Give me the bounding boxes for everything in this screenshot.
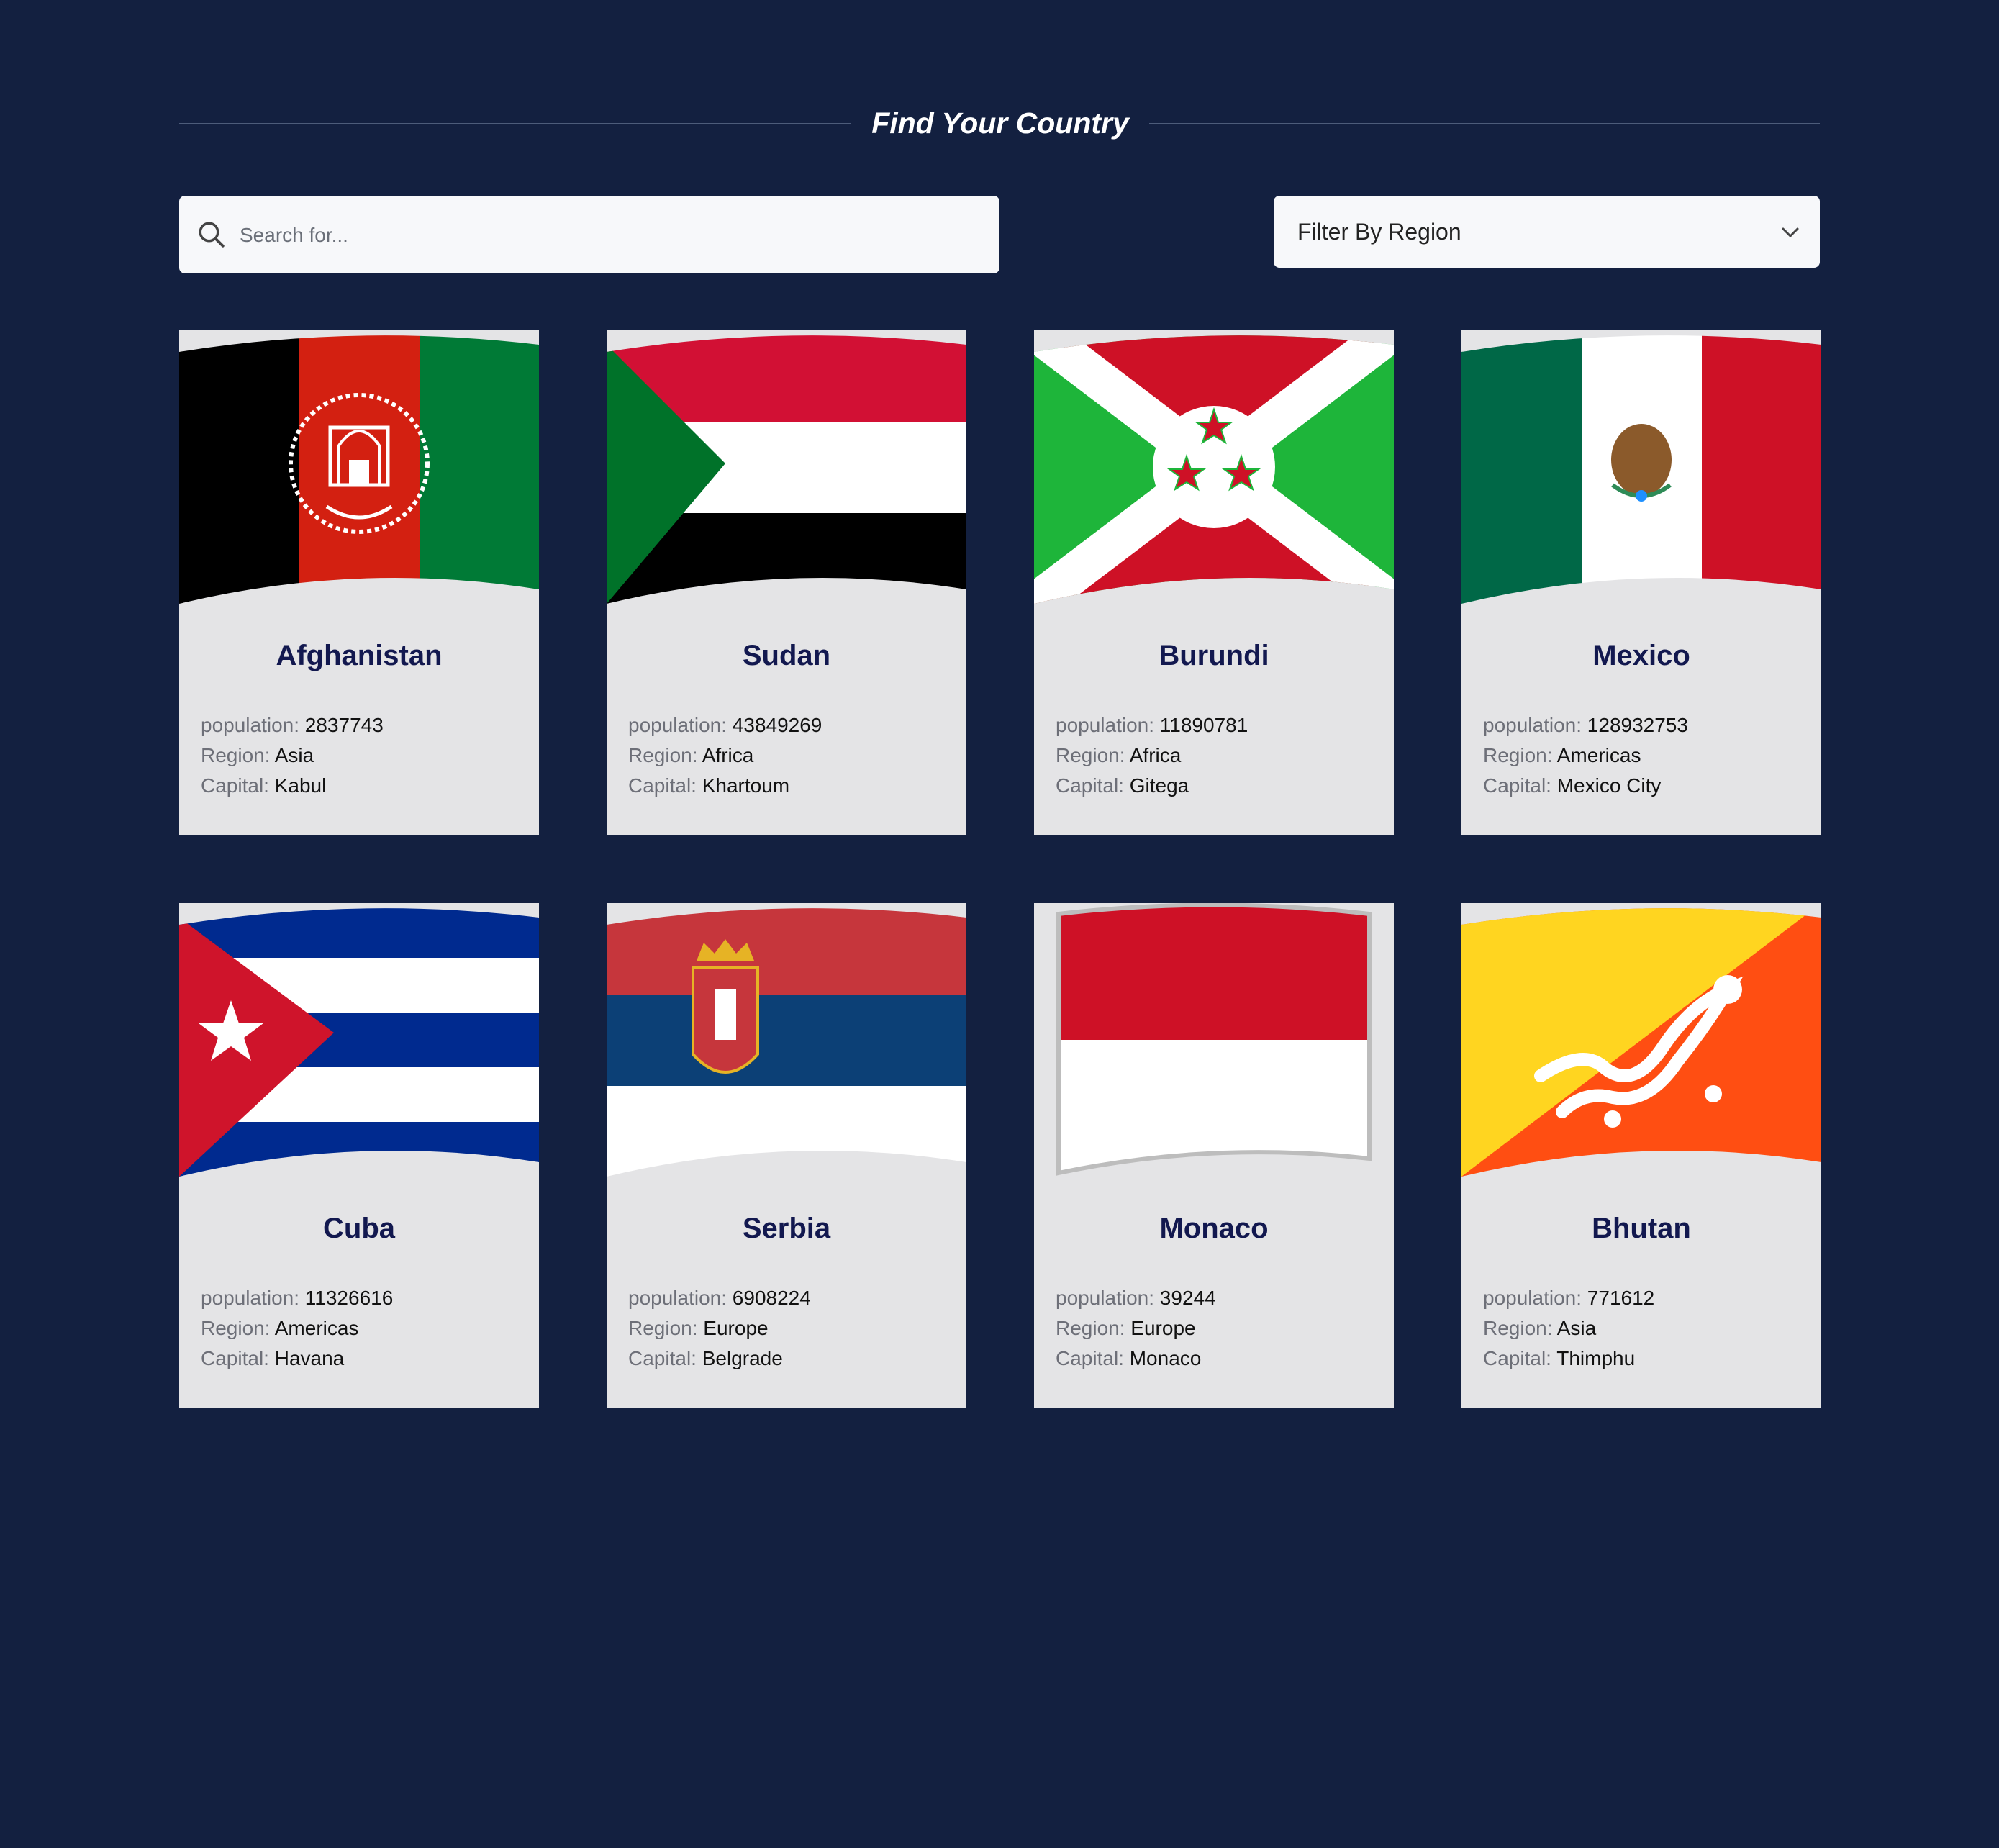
region-label: Region:	[201, 744, 271, 766]
afghanistan-flag-image	[179, 335, 539, 604]
country-card-cuba[interactable]: Cuba population: 11326616 Region: Americ…	[179, 903, 539, 1408]
header-divider-left	[179, 123, 851, 124]
country-card-monaco[interactable]: Monaco population: 39244 Region: Europe …	[1034, 903, 1394, 1408]
country-info: population: 2837743 Region: Asia Capital…	[201, 710, 525, 801]
bhutan-flag-image	[1461, 908, 1821, 1177]
country-info: population: 128932753 Region: Americas C…	[1483, 710, 1807, 801]
country-name: Bhutan	[1592, 1213, 1691, 1244]
capital-value: Monaco	[1129, 1347, 1202, 1369]
header-divider-right	[1149, 123, 1820, 124]
page-title: Find Your Country	[871, 107, 1129, 140]
population-value: 11890781	[1159, 714, 1248, 736]
country-name: Serbia	[742, 1213, 831, 1244]
country-card-sudan[interactable]: Sudan population: 43849269 Region: Afric…	[607, 330, 966, 835]
capital-value: Thimphu	[1556, 1347, 1636, 1369]
population-label: population:	[628, 1287, 727, 1309]
capital-value: Belgrade	[702, 1347, 783, 1369]
region-value: Americas	[274, 1317, 359, 1339]
population-value: 39244	[1159, 1287, 1216, 1309]
population-value: 771612	[1587, 1287, 1655, 1309]
population-value: 11326616	[304, 1287, 394, 1309]
country-name: Monaco	[1159, 1213, 1269, 1244]
page-header: Find Your Country	[179, 101, 1820, 145]
population-label: population:	[1056, 1287, 1155, 1309]
country-name: Sudan	[742, 640, 831, 671]
country-card-serbia[interactable]: Serbia population: 6908224 Region: Europ…	[607, 903, 966, 1408]
capital-value: Havana	[274, 1347, 345, 1369]
region-value: Asia	[1556, 1317, 1597, 1339]
chevron-down-icon	[1782, 227, 1799, 237]
country-card-burundi[interactable]: Burundi population: 11890781 Region: Afr…	[1034, 330, 1394, 835]
country-card-afghanistan[interactable]: Afghanistan population: 2837743 Region: …	[179, 330, 539, 835]
region-value: Americas	[1556, 744, 1641, 766]
population-value: 128932753	[1587, 714, 1688, 736]
burundi-flag-image	[1034, 335, 1394, 604]
country-name: Burundi	[1159, 640, 1269, 671]
region-label: Region:	[1483, 744, 1553, 766]
population-value: 2837743	[304, 714, 384, 736]
region-label: Region:	[1056, 744, 1125, 766]
country-info: population: 11890781 Region: Africa Capi…	[1056, 710, 1379, 801]
capital-label: Capital:	[1056, 1347, 1124, 1369]
region-label: Region:	[628, 744, 698, 766]
region-value: Africa	[1129, 744, 1182, 766]
population-label: population:	[1483, 1287, 1582, 1309]
capital-value: Khartoum	[702, 774, 790, 797]
region-label: Region:	[628, 1317, 698, 1339]
region-label: Region:	[1056, 1317, 1125, 1339]
capital-value: Kabul	[274, 774, 327, 797]
region-label: Region:	[201, 1317, 271, 1339]
country-info: population: 6908224 Region: Europe Capit…	[628, 1283, 952, 1374]
country-name: Mexico	[1592, 640, 1690, 671]
country-info: population: 11326616 Region: Americas Ca…	[201, 1283, 525, 1374]
country-name: Afghanistan	[276, 640, 443, 671]
region-value: Europe	[1130, 1317, 1196, 1339]
region-label: Region:	[1483, 1317, 1553, 1339]
capital-label: Capital:	[1056, 774, 1124, 797]
population-label: population:	[1056, 714, 1155, 736]
region-filter-select[interactable]: Filter By Region	[1274, 196, 1820, 268]
population-label: population:	[628, 714, 727, 736]
region-value: Asia	[274, 744, 314, 766]
country-info: population: 39244 Region: Europe Capital…	[1056, 1283, 1379, 1374]
country-info: population: 43849269 Region: Africa Capi…	[628, 710, 952, 801]
population-value: 6908224	[732, 1287, 811, 1309]
region-filter-label: Filter By Region	[1297, 219, 1461, 245]
population-label: population:	[1483, 714, 1582, 736]
capital-value: Gitega	[1129, 774, 1189, 797]
region-value: Europe	[703, 1317, 769, 1339]
capital-label: Capital:	[628, 774, 697, 797]
population-value: 43849269	[732, 714, 822, 736]
population-label: population:	[201, 1287, 300, 1309]
capital-label: Capital:	[1483, 774, 1551, 797]
country-card-mexico[interactable]: Mexico population: 128932753 Region: Ame…	[1461, 330, 1821, 835]
search-icon	[199, 222, 225, 248]
region-value: Africa	[702, 744, 754, 766]
mexico-flag-image	[1461, 335, 1821, 604]
cuba-flag-image	[179, 908, 539, 1177]
sudan-flag-image	[607, 335, 966, 604]
capital-label: Capital:	[201, 774, 269, 797]
search-box[interactable]	[179, 196, 1000, 275]
capital-label: Capital:	[201, 1347, 269, 1369]
serbia-flag-image	[607, 908, 966, 1177]
capital-label: Capital:	[628, 1347, 697, 1369]
capital-value: Mexico City	[1556, 774, 1662, 797]
country-card-bhutan[interactable]: Bhutan population: 771612 Region: Asia C…	[1461, 903, 1821, 1408]
country-info: population: 771612 Region: Asia Capital:…	[1483, 1283, 1807, 1374]
country-name: Cuba	[323, 1213, 395, 1244]
search-input[interactable]	[238, 196, 989, 275]
population-label: population:	[201, 714, 300, 736]
capital-label: Capital:	[1483, 1347, 1551, 1369]
monaco-flag-image	[1056, 903, 1372, 1176]
